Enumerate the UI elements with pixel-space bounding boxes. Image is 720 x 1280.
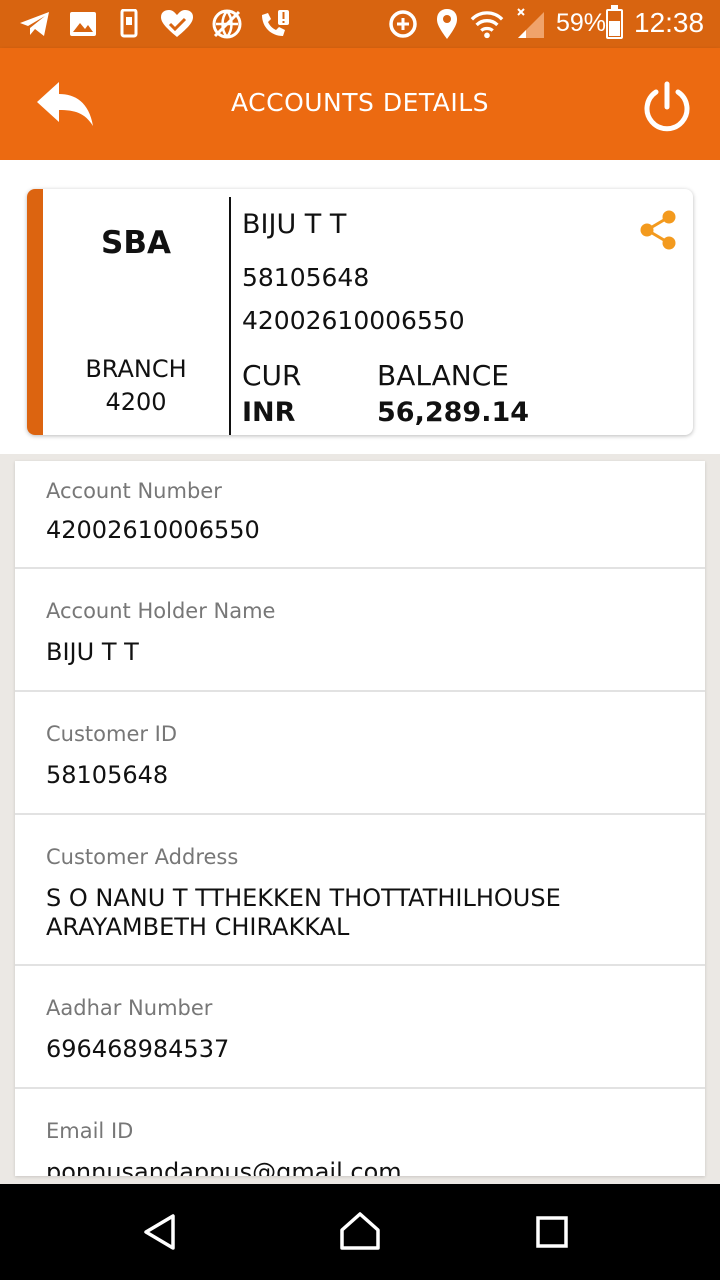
telegram-icon: [18, 8, 52, 40]
detail-value: 42002610006550: [46, 516, 260, 544]
vpn-globe-icon: [210, 8, 244, 40]
detail-customer-address: Customer Address S O NANU T TTHEKKEN THO…: [15, 815, 705, 966]
home-icon: [340, 1212, 380, 1250]
detail-value: 58105648: [46, 761, 169, 789]
account-summary-card: SBA BRANCH 4200 BIJU T T 58105648 420026…: [27, 189, 693, 435]
gallery-icon: [66, 8, 100, 40]
battery-percent: 59%: [556, 9, 607, 37]
card-customer-id: 58105648: [242, 263, 370, 292]
balance-value: 56,289.14: [377, 397, 530, 428]
battery-level-fill: [609, 20, 620, 36]
data-saver-icon: [386, 8, 420, 40]
nav-back-button[interactable]: [132, 1204, 188, 1260]
wifi-icon: [470, 8, 504, 40]
detail-holder-name: Account Holder Name BIJU T T: [15, 569, 705, 692]
card-accent-stripe: [27, 189, 43, 435]
currency-label: CUR: [242, 359, 302, 392]
call-alert-icon: [258, 8, 292, 40]
battery-icon: [606, 5, 623, 39]
recents-square-icon: [536, 1216, 568, 1248]
power-icon: [644, 81, 690, 132]
branch-code: 4200: [105, 388, 167, 416]
detail-customer-id: Customer ID 58105648: [15, 692, 705, 815]
card-divider: [229, 197, 231, 435]
detail-value: ponnusandappus@gmail.com: [46, 1158, 402, 1176]
detail-value: BIJU T T: [46, 638, 139, 666]
detail-aadhar-number: Aadhar Number 696468984537: [15, 966, 705, 1089]
account-type: SBA: [101, 225, 171, 261]
app-bar: ACCOUNTS DETAILS: [0, 48, 720, 160]
nav-home-button[interactable]: [332, 1204, 388, 1260]
detail-label: Aadhar Number: [46, 996, 213, 1020]
detail-account-number: Account Number 42002610006550: [15, 461, 705, 569]
detail-label: Customer ID: [46, 722, 178, 746]
logout-button[interactable]: [634, 74, 700, 140]
phone-data-icon: [112, 8, 146, 40]
nav-recents-button[interactable]: [524, 1204, 580, 1260]
currency-value: INR: [242, 397, 296, 428]
detail-value-line2: ARAYAMBETH CHIRAKKAL: [46, 913, 350, 941]
branch-label: BRANCH: [85, 355, 187, 383]
detail-email-id: Email ID ponnusandappus@gmail.com: [15, 1089, 705, 1176]
detail-value-line1: S O NANU T TTHEKKEN THOTTATHILHOUSE: [46, 884, 561, 912]
page-title: ACCOUNTS DETAILS: [231, 88, 489, 117]
card-account-number: 42002610006550: [242, 306, 465, 335]
balance-label: BALANCE: [377, 359, 509, 392]
detail-label: Email ID: [46, 1119, 134, 1143]
signal-icon: [514, 8, 548, 40]
back-triangle-icon: [144, 1214, 175, 1250]
card-holder-name: BIJU T T: [242, 209, 347, 240]
health-icon: [160, 8, 194, 40]
detail-value: 696468984537: [46, 1035, 230, 1063]
share-button[interactable]: [635, 207, 681, 253]
detail-label: Account Number: [46, 479, 222, 503]
share-icon: [640, 210, 676, 250]
account-details-list[interactable]: Account Number 42002610006550 Account Ho…: [15, 461, 705, 1176]
detail-label: Account Holder Name: [46, 599, 276, 623]
system-nav-bar: [0, 1184, 720, 1280]
location-icon: [430, 8, 464, 40]
clock: 12:38: [634, 7, 705, 38]
detail-label: Customer Address: [46, 845, 239, 869]
status-bar: 59% 12:38: [0, 0, 720, 48]
